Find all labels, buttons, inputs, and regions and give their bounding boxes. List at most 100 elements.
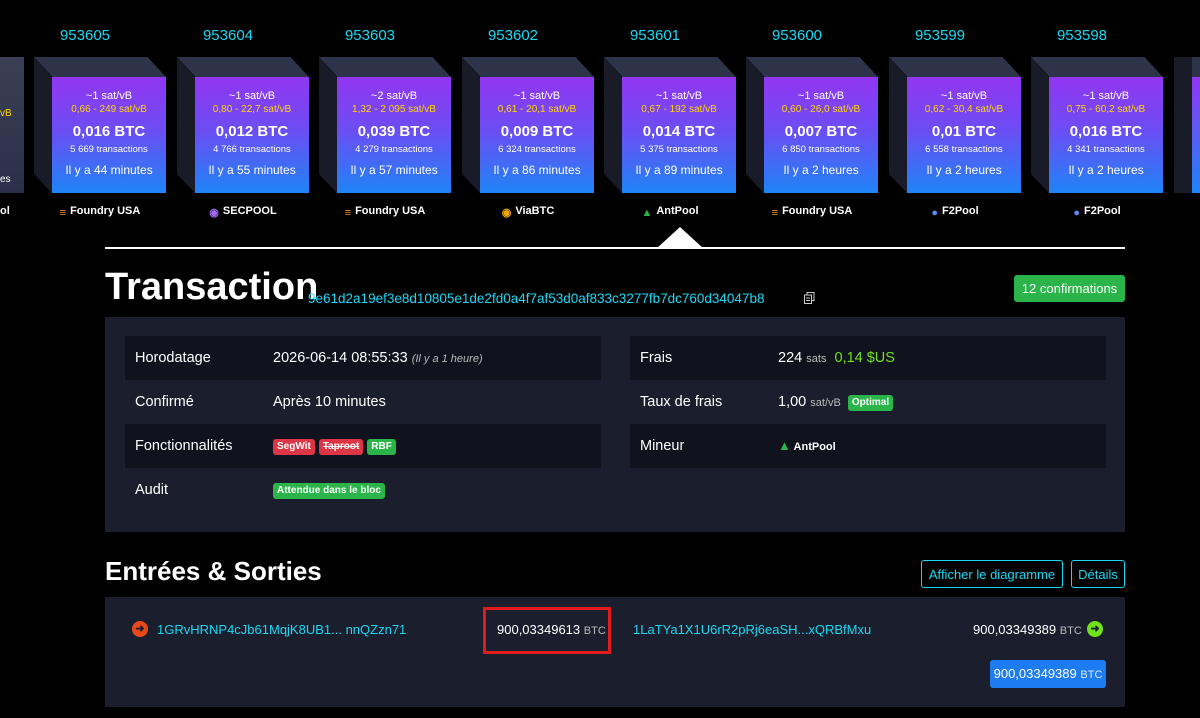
row-fee-rate: Taux de frais 1,00 sat/vB Optimal <box>630 380 1106 424</box>
timestamp-label: Horodatage <box>135 350 211 366</box>
block-side-face <box>462 57 480 193</box>
block-pool-name: AntPool <box>656 205 699 217</box>
block-0[interactable]: 953605 ~1 sat/vB 0,66 - 249 sat/vB 0,016 BT… <box>0 0 166 230</box>
input-arrow-icon[interactable]: ➜ <box>132 621 148 637</box>
block-front[interactable]: ~1 sat/vB 0,75 - 60,2 sat/vB 0,016 BTC 4 34… <box>1049 77 1163 193</box>
row-timestamp: Horodatage 2026-06-14 08:55:33 (Il y a 1… <box>125 336 601 380</box>
block-height[interactable]: 953599 <box>875 27 1005 44</box>
block-side-face <box>889 57 907 193</box>
input-address-link[interactable]: 1GRvHRNP4cJb61MqjK8UB1... nnQZzn71 <box>157 622 406 637</box>
block-3[interactable]: 953602 ~1 sat/vB 0,61 - 20,1 sat/vB 0,009 B… <box>428 0 594 230</box>
audit-label: Audit <box>135 482 169 498</box>
block-pool-name: F2Pool <box>941 205 979 217</box>
block-pool-name: ViaBTC <box>515 205 555 217</box>
fee-rate-unit: sat/vB <box>810 397 841 409</box>
txid-link[interactable]: 9e61d2a19ef3e8d10805e1de2fd0a4f7af53d0af… <box>308 291 764 306</box>
total-amount-value: 900,03349389 <box>993 666 1077 681</box>
block-side-face <box>746 57 764 193</box>
total-amount-button[interactable]: 900,03349389 BTC <box>990 660 1106 688</box>
io-section-title: Entrées & Sorties <box>105 556 322 586</box>
block-side-face <box>177 57 195 193</box>
details-button[interactable]: Détails <box>1071 560 1125 588</box>
block-side-face <box>319 57 337 193</box>
timestamp-value: 2026-06-14 08:55:33 <box>273 350 408 366</box>
foundry-icon: ≡ <box>771 207 779 219</box>
block-strip-divider <box>105 247 1125 249</box>
block-total-fees: 0,016 BTC <box>1069 123 1143 140</box>
block-time: Il y a 2 heures <box>1068 163 1144 177</box>
fee-label: Frais <box>640 350 673 366</box>
output-arrow-icon[interactable]: ➜ <box>1087 621 1103 637</box>
row-confirmed: Confirmé Après 10 minutes <box>125 380 601 424</box>
block-5[interactable]: 953600 ~1 sat/vB 0,60 - 26,0 sat/vB 0,007 B… <box>712 0 878 230</box>
output-amount-value: 900,03349389 <box>973 622 1057 637</box>
block-pool-name: Foundry USA <box>355 205 426 217</box>
taproot-tag[interactable]: Taproot <box>318 439 364 455</box>
block-pool-name: Foundry USA <box>782 205 853 217</box>
block-side-face <box>1031 57 1049 193</box>
block-median-fee: ~1 sat/vB <box>1082 90 1130 102</box>
fee-unit: sats <box>806 353 827 365</box>
block-7[interactable]: 953598 ~1 sat/vB 0,75 - 60,2 sat/vB 0,016 B… <box>997 0 1163 230</box>
viabtc-icon: ◉ <box>501 207 512 219</box>
fee-rate-label: Taux de frais <box>640 394 723 410</box>
confirmed-value: Après 10 minutes <box>273 394 386 410</box>
page-title: Transaction <box>105 266 319 308</box>
foundry-icon: ≡ <box>59 207 67 219</box>
block-top-face <box>1031 57 1163 77</box>
output-amount-unit: BTC <box>1059 625 1082 637</box>
io-panel <box>105 597 1125 707</box>
fee-usd: 0,14 $US <box>834 350 895 366</box>
total-amount-unit: BTC <box>1080 669 1103 681</box>
features-label: Fonctionnalités <box>135 438 233 454</box>
timestamp-relative: (Il y a 1 heure) <box>411 353 483 365</box>
selected-block-pointer <box>656 227 704 249</box>
block-side-face <box>34 57 52 193</box>
block-pool[interactable]: ● F2Pool <box>1031 205 1163 219</box>
f2pool-icon: ● <box>1073 207 1080 219</box>
highlight-box <box>483 607 611 654</box>
row-miner: Mineur ▲ AntPool <box>630 424 1106 468</box>
fee-rate-value: 1,00 <box>778 394 807 410</box>
block-1[interactable]: 953604 ~1 sat/vB 0,80 - 22,7 sat/vB 0,012 B… <box>143 0 309 230</box>
block-height[interactable]: 953600 <box>732 27 862 44</box>
antpool-icon: ▲ <box>778 438 791 453</box>
antpool-icon: ▲ <box>641 207 653 219</box>
block-6[interactable]: 953599 ~1 sat/vB 0,62 - 30,4 sat/vB 0,01 BT… <box>855 0 1021 230</box>
confirmations-badge: 12 confirmations <box>1014 275 1125 302</box>
block-height[interactable]: 953598 <box>1017 27 1147 44</box>
row-audit: Audit Attendue dans le bloc <box>125 468 601 512</box>
block-pool-name: F2Pool <box>1083 205 1121 217</box>
audit-status-badge: Attendue dans le bloc <box>273 483 385 499</box>
block-height[interactable]: 953604 <box>163 27 293 44</box>
row-fee: Frais 224 sats 0,14 $US <box>630 336 1106 380</box>
f2pool-icon: ● <box>931 207 938 219</box>
block-pool-name: SECPOOL <box>222 205 277 217</box>
output-address-link[interactable]: 1LaTYa1X1U6rR2pRj6eaSH...xQRBfMxu <box>633 622 871 637</box>
fee-value: 224 <box>778 350 803 366</box>
block-side-face <box>604 57 622 193</box>
transaction-details: Horodatage 2026-06-14 08:55:33 (Il y a 1… <box>105 317 1125 532</box>
miner-label: Mineur <box>640 438 685 454</box>
partial-block-right[interactable] <box>1174 57 1200 193</box>
block-height[interactable]: 953605 <box>20 27 150 44</box>
confirmed-label: Confirmé <box>135 394 194 410</box>
show-diagram-button[interactable]: Afficher le diagramme <box>921 560 1063 588</box>
block-height[interactable]: 953601 <box>590 27 720 44</box>
block-tx-count: 4 341 transactions <box>1067 144 1145 155</box>
miner-value[interactable]: AntPool <box>794 441 836 453</box>
block-2[interactable]: 953603 ~2 sat/vB 1,32 - 2 095 sat/vB 0,039 … <box>285 0 451 230</box>
optimal-badge: Optimal <box>847 395 894 411</box>
foundry-icon: ≡ <box>344 207 352 219</box>
block-4[interactable]: 953601 ~1 sat/vB 0,67 - 192 sat/vB 0,014 BT… <box>570 0 736 230</box>
row-features: Fonctionnalités SegWit Taproot RBF <box>125 424 601 468</box>
segwit-tag[interactable]: SegWit <box>273 439 315 455</box>
copy-icon[interactable] <box>804 292 815 304</box>
block-fee-range: 0,75 - 60,2 sat/vB <box>1066 104 1146 115</box>
block-pool-name: Foundry USA <box>70 205 141 217</box>
block-height[interactable]: 953602 <box>448 27 578 44</box>
rbf-tag[interactable]: RBF <box>367 439 396 455</box>
secpool-icon: ◉ <box>209 207 219 219</box>
block-height[interactable]: 953603 <box>305 27 435 44</box>
output-amount: 900,03349389 BTC <box>973 622 1082 637</box>
